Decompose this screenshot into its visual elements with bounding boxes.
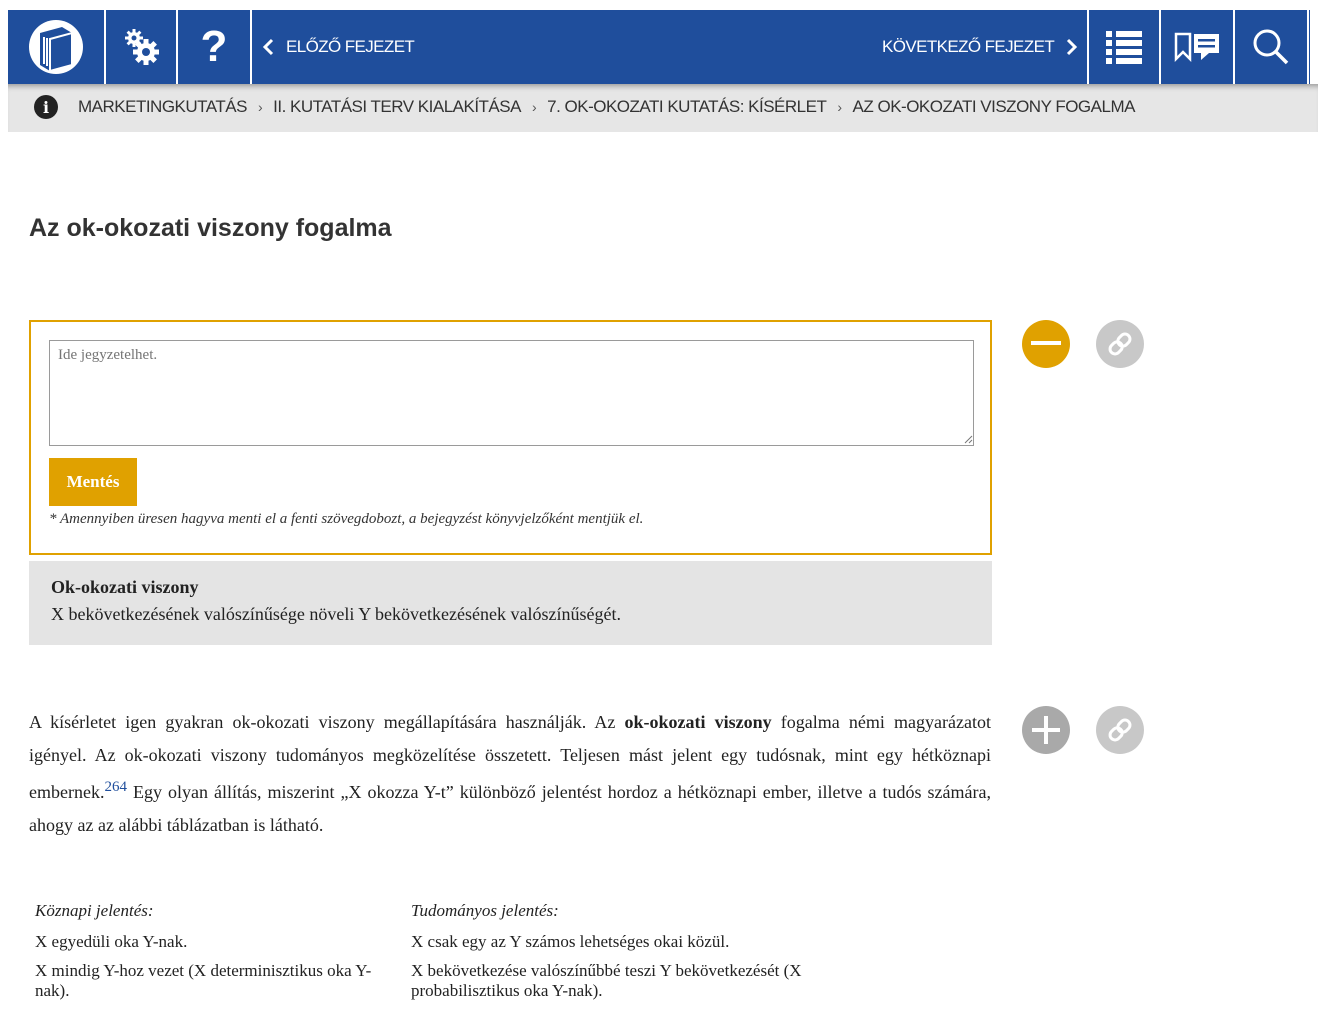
top-navigation-bar: ? ELŐZŐ FEJEZET KÖVETKEZŐ FEJEZET (8, 10, 1310, 84)
note-hint: * Amennyiben üresen hagyva menti el a fe… (49, 511, 644, 527)
bookmark-note-icon (1174, 32, 1219, 62)
definition-box: Ok-okozati viszony X bekövetkezésének va… (29, 561, 992, 645)
chevron-left-icon (262, 38, 274, 56)
collapse-note-button[interactable] (1022, 320, 1070, 368)
copy-link-button[interactable] (1096, 706, 1144, 754)
table-row: X egyedüli oka Y-nak. X csak egy az Y sz… (29, 929, 905, 958)
breadcrumb-item[interactable]: II. KUTATÁSI TERV KIALAKÍTÁSA (273, 97, 521, 117)
search-icon (1253, 29, 1289, 65)
next-chapter-label: KÖVETKEZŐ FEJEZET (882, 37, 1055, 56)
breadcrumb-separator: › (837, 99, 842, 115)
breadcrumb-item[interactable]: 7. OK-OKOZATI KUTATÁS: KÍSÉRLET (547, 97, 827, 117)
note-textarea[interactable] (49, 340, 974, 446)
paragraph-text: A kísérletet igen gyakran ok-okozati vis… (29, 712, 625, 732)
search-button[interactable] (1235, 10, 1307, 84)
bookmarks-notes-button[interactable] (1161, 10, 1233, 84)
toc-list-icon (1106, 31, 1142, 64)
table-header: Köznapi jelentés: (35, 901, 154, 920)
paragraph-text: Egy olyan állítás, miszerint „X okozza Y… (29, 782, 991, 835)
comparison-table: Köznapi jelentés: Tudományos jelentés: X… (29, 896, 905, 1007)
breadcrumb-item[interactable]: MARKETINGKUTATÁS (78, 97, 247, 117)
book-logo-button[interactable] (8, 10, 104, 84)
footnote-link[interactable]: 264 (104, 779, 127, 795)
table-cell: X bekövetkezése valószínűbbé teszi Y bek… (411, 961, 802, 1000)
resize-grip-icon[interactable] (963, 434, 973, 444)
breadcrumb-separator: › (531, 99, 537, 115)
chevron-right-icon (1067, 38, 1078, 56)
previous-chapter-link[interactable]: ELŐZŐ FEJEZET (256, 10, 415, 84)
divider (1307, 10, 1309, 84)
breadcrumb-bar: i MARKETINGKUTATÁS › II. KUTATÁSI TERV K… (8, 84, 1318, 132)
settings-button[interactable] (106, 10, 176, 84)
breadcrumb: MARKETINGKUTATÁS › II. KUTATÁSI TERV KIA… (78, 84, 1135, 130)
table-header: Tudományos jelentés: (411, 901, 559, 920)
definition-text: X bekövetkezésének valószínűsége növeli … (51, 604, 621, 624)
note-panel: Mentés * Amennyiben üresen hagyva menti … (29, 320, 992, 555)
previous-chapter-label: ELŐZŐ FEJEZET (286, 37, 415, 56)
paragraph-bold-term: ok-okozati viszony (624, 712, 772, 732)
table-cell: X csak egy az Y számos lehetséges okai k… (411, 932, 730, 951)
copy-link-button[interactable] (1096, 320, 1144, 368)
next-chapter-link[interactable]: KÖVETKEZŐ FEJEZET (882, 10, 1084, 84)
help-icon: ? (200, 22, 228, 71)
plus-icon (1032, 716, 1060, 744)
link-icon (1108, 718, 1132, 742)
definition-title: Ok-okozati viszony (51, 577, 199, 597)
table-of-contents-button[interactable] (1089, 10, 1159, 84)
help-button[interactable]: ? (178, 10, 250, 84)
divider (250, 10, 252, 84)
table-cell: X mindig Y-hoz vezet (X determinisztikus… (35, 961, 372, 1000)
table-row: X mindig Y-hoz vezet (X determinisztikus… (29, 958, 905, 1007)
save-button[interactable]: Mentés (49, 458, 137, 506)
minus-icon (1031, 341, 1061, 345)
settings-icon (125, 29, 159, 65)
book-logo-icon (29, 20, 83, 74)
info-icon[interactable]: i (34, 95, 58, 119)
breadcrumb-item-current[interactable]: AZ OK-OKOZATI VISZONY FOGALMA (853, 97, 1136, 117)
body-paragraph: A kísérletet igen gyakran ok-okozati vis… (29, 706, 991, 841)
breadcrumb-separator: › (257, 99, 263, 115)
link-icon (1108, 332, 1132, 356)
add-note-button[interactable] (1022, 706, 1070, 754)
table-header-row: Köznapi jelentés: Tudományos jelentés: (29, 896, 905, 929)
page-title: Az ok-okozati viszony fogalma (29, 214, 392, 242)
table-cell: X egyedüli oka Y-nak. (35, 932, 188, 951)
